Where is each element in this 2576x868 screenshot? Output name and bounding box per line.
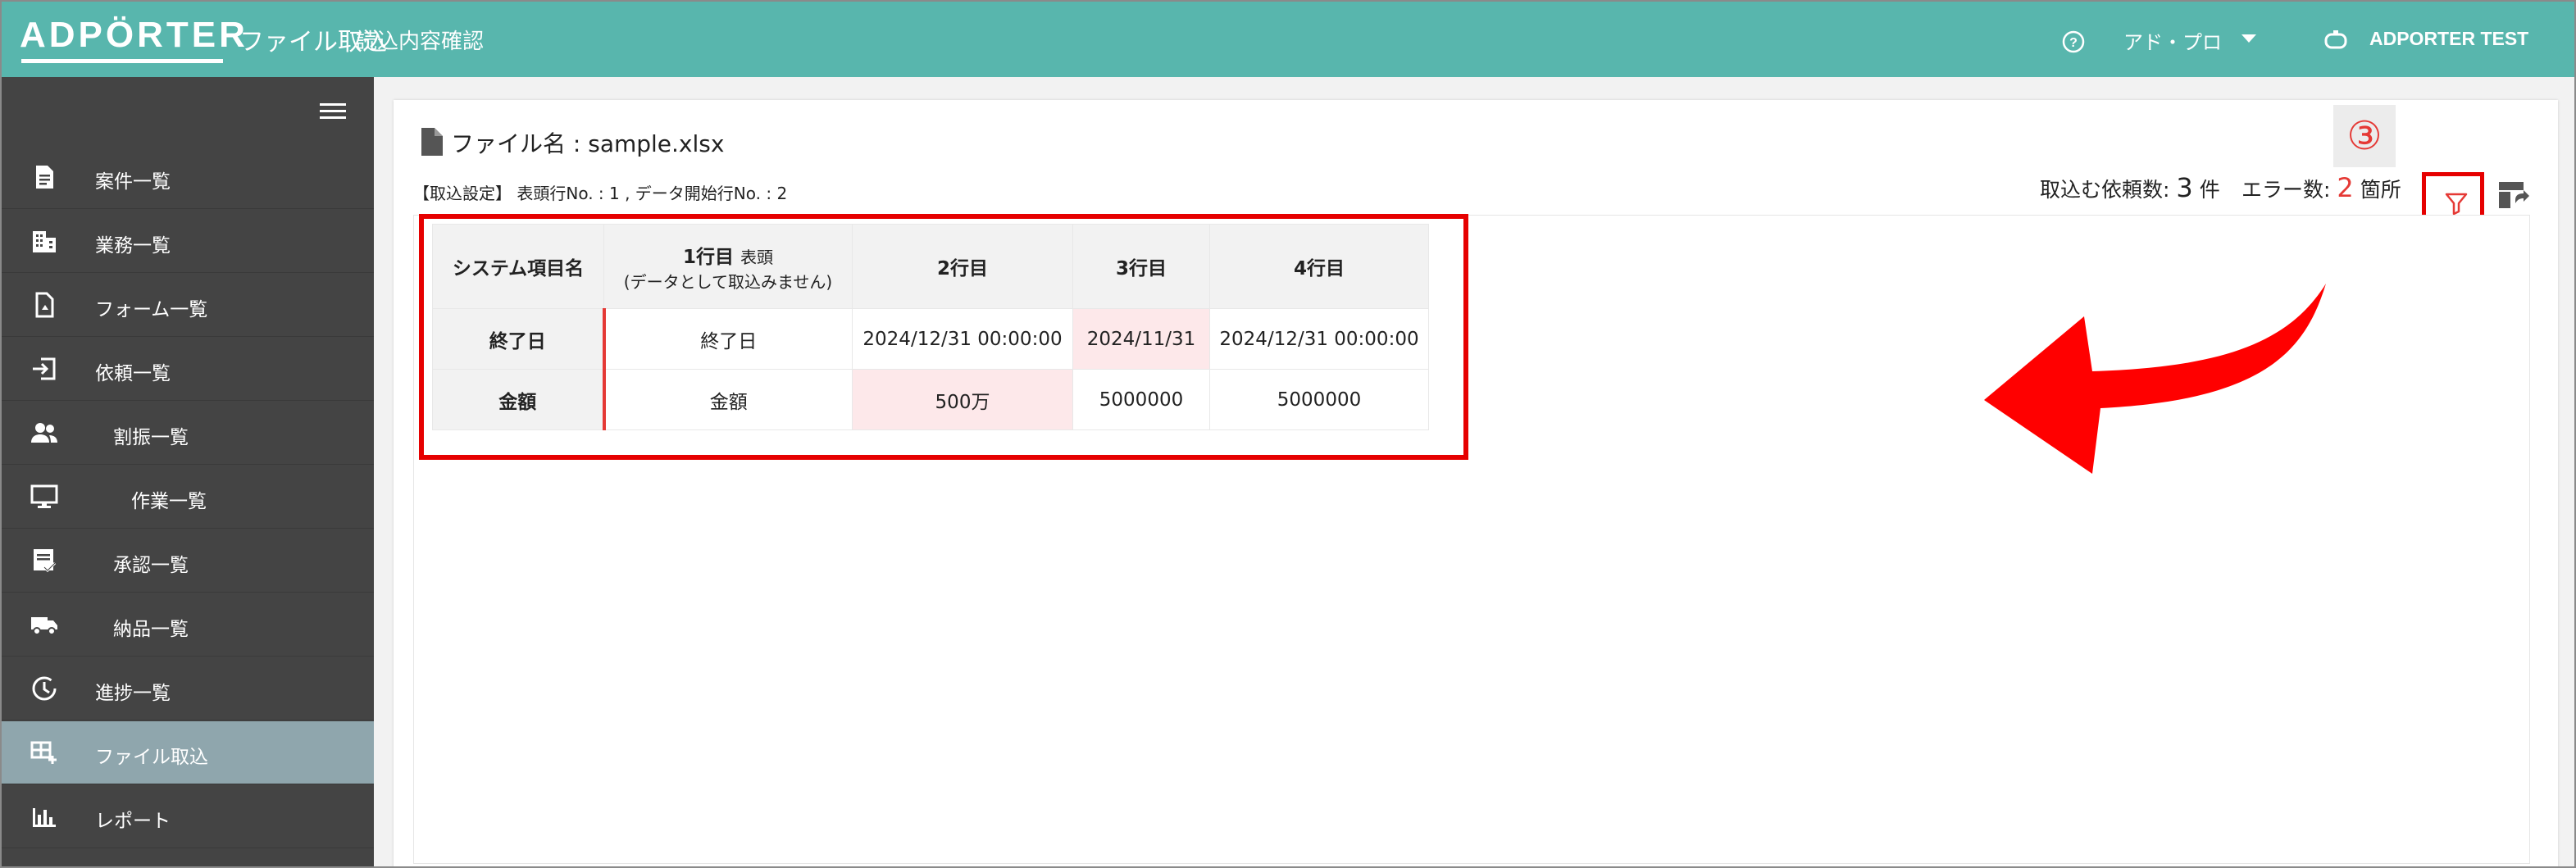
app-window: ADPÖRTER ファイル取込 読込内容確認 ? アド・プロ ADPORTER … [0,0,2576,868]
row-header-cell: 金額 [432,369,606,430]
sidebar-item-forms[interactable]: フォーム一覧 [2,274,374,337]
sidebar-item-label: 依頼一覧 [95,363,171,384]
import-settings-text: 【取込設定】 表頭行No. : 1 , データ開始行No. : 2 [413,184,788,203]
step-number-badge: ③ [2333,105,2396,167]
error-cell: 2024/11/31 [1072,308,1210,370]
table-add-icon [30,741,57,764]
table-cell: 5000000 [1209,369,1429,430]
document-list-icon [36,166,53,189]
sidebar-item-label: 作業一覧 [131,491,207,512]
sidebar-item-work[interactable]: 作業一覧 [2,466,374,529]
logo-underline [21,59,223,63]
login-icon [33,357,56,380]
column-header-row3: 3行目 [1072,224,1210,309]
people-icon [31,423,57,443]
filter-icon[interactable] [2444,191,2469,216]
chevron-down-icon[interactable] [2241,34,2256,43]
sidebar: 案件一覧 業務一覧 フォーム一覧 依頼一覧 割振一覧 作業一覧 承認一覧 納品一… [2,77,374,866]
column-header-note: (データとして取込みません) [623,271,833,292]
org-menu-button[interactable]: アド・プロ [2123,26,2222,55]
error-count-value: 2 [2337,172,2354,203]
sidebar-item-label: フォーム一覧 [95,299,208,320]
column-header-row4: 4行目 [1209,224,1429,309]
error-count-unit: 箇所 [2360,178,2401,202]
sidebar-item-label: 進捗一覧 [95,683,171,704]
row-header-cell: 終了日 [432,308,606,370]
sidebar-item-projects[interactable]: 案件一覧 [2,146,374,209]
sidebar-item-label: 納品一覧 [113,619,189,640]
sidebar-item-label: 承認一覧 [113,555,189,576]
request-count: 取込む依頼数: 3 件 [2040,172,2220,203]
account-name[interactable]: ADPORTER TEST [2369,28,2528,50]
request-count-value: 3 [2176,172,2193,203]
sidebar-item-requests[interactable]: 依頼一覧 [2,338,374,401]
bar-chart-icon [33,808,56,827]
table-cell: 2024/12/31 00:00:00 [1209,308,1429,370]
sidebar-item-file-import[interactable]: ファイル取込 [2,721,374,784]
sidebar-item-label: 割振一覧 [113,427,189,448]
table-export-icon[interactable] [2497,179,2530,211]
sidebar-item-reports[interactable]: レポート [2,785,374,848]
sidebar-item-tasks[interactable]: 業務一覧 [2,210,374,273]
hamburger-menu-icon[interactable] [320,102,346,121]
clock-icon [32,676,57,701]
sidebar-item-label: 案件一覧 [95,171,171,193]
request-count-unit: 件 [2199,178,2220,202]
import-preview-table: システム項目名 1行目 表頭 (データとして取込みません) 2行目 3行目 4行… [432,224,1429,430]
monitor-icon [30,484,58,508]
column-header-system-item: システム項目名 [432,224,604,309]
column-header-row1: 1行目 表頭 (データとして取込みません) [603,224,853,309]
building-icon [33,231,56,252]
error-cell: 500万 [852,369,1073,430]
column-header-label: 1行目 [682,246,734,268]
top-header: ADPÖRTER ファイル取込 読込内容確認 ? アド・プロ ADPORTER … [2,2,2574,77]
truck-icon [31,617,57,635]
request-count-label: 取込む依頼数: [2040,178,2170,202]
table-cell: 終了日 [603,308,853,370]
page-subtitle: 読込内容確認 [356,30,485,54]
sidebar-item-label: ファイル取込 [95,747,208,768]
column-header-row2: 2行目 [852,224,1073,309]
table-cell: 2024/12/31 00:00:00 [852,308,1073,370]
app-logo[interactable]: ADPÖRTER [20,15,248,56]
column-header-tag: 表頭 [740,247,774,267]
svg-text:?: ? [2069,36,2078,50]
robot-account-icon[interactable] [2322,30,2350,51]
sidebar-item-approvals[interactable]: 承認一覧 [2,529,374,593]
sidebar-item-assignments[interactable]: 割振一覧 [2,402,374,465]
approval-icon [34,549,57,573]
error-count-label: エラー数: [2241,178,2331,202]
annotation-arrow-icon [1984,284,2326,474]
sidebar-item-deliveries[interactable]: 納品一覧 [2,593,374,657]
table-cell: 5000000 [1072,369,1210,430]
table-row: 終了日 終了日 2024/12/31 00:00:00 2024/11/31 2… [432,308,1429,370]
error-count: エラー数: 2 箇所 [2241,172,2401,203]
form-file-icon [35,292,54,318]
sidebar-item-label: レポート [95,811,171,832]
table-header-row: システム項目名 1行目 表頭 (データとして取込みません) 2行目 3行目 4行… [432,224,1429,309]
file-icon [421,128,443,156]
sidebar-item-label: 業務一覧 [95,235,171,257]
table-cell: 金額 [603,369,853,430]
sidebar-item-progress[interactable]: 進捗一覧 [2,657,374,720]
help-icon[interactable]: ? [2061,30,2086,54]
file-name-label: ファイル名 : sample.xlsx [451,130,725,157]
table-row: 金額 金額 500万 5000000 5000000 [432,369,1429,430]
